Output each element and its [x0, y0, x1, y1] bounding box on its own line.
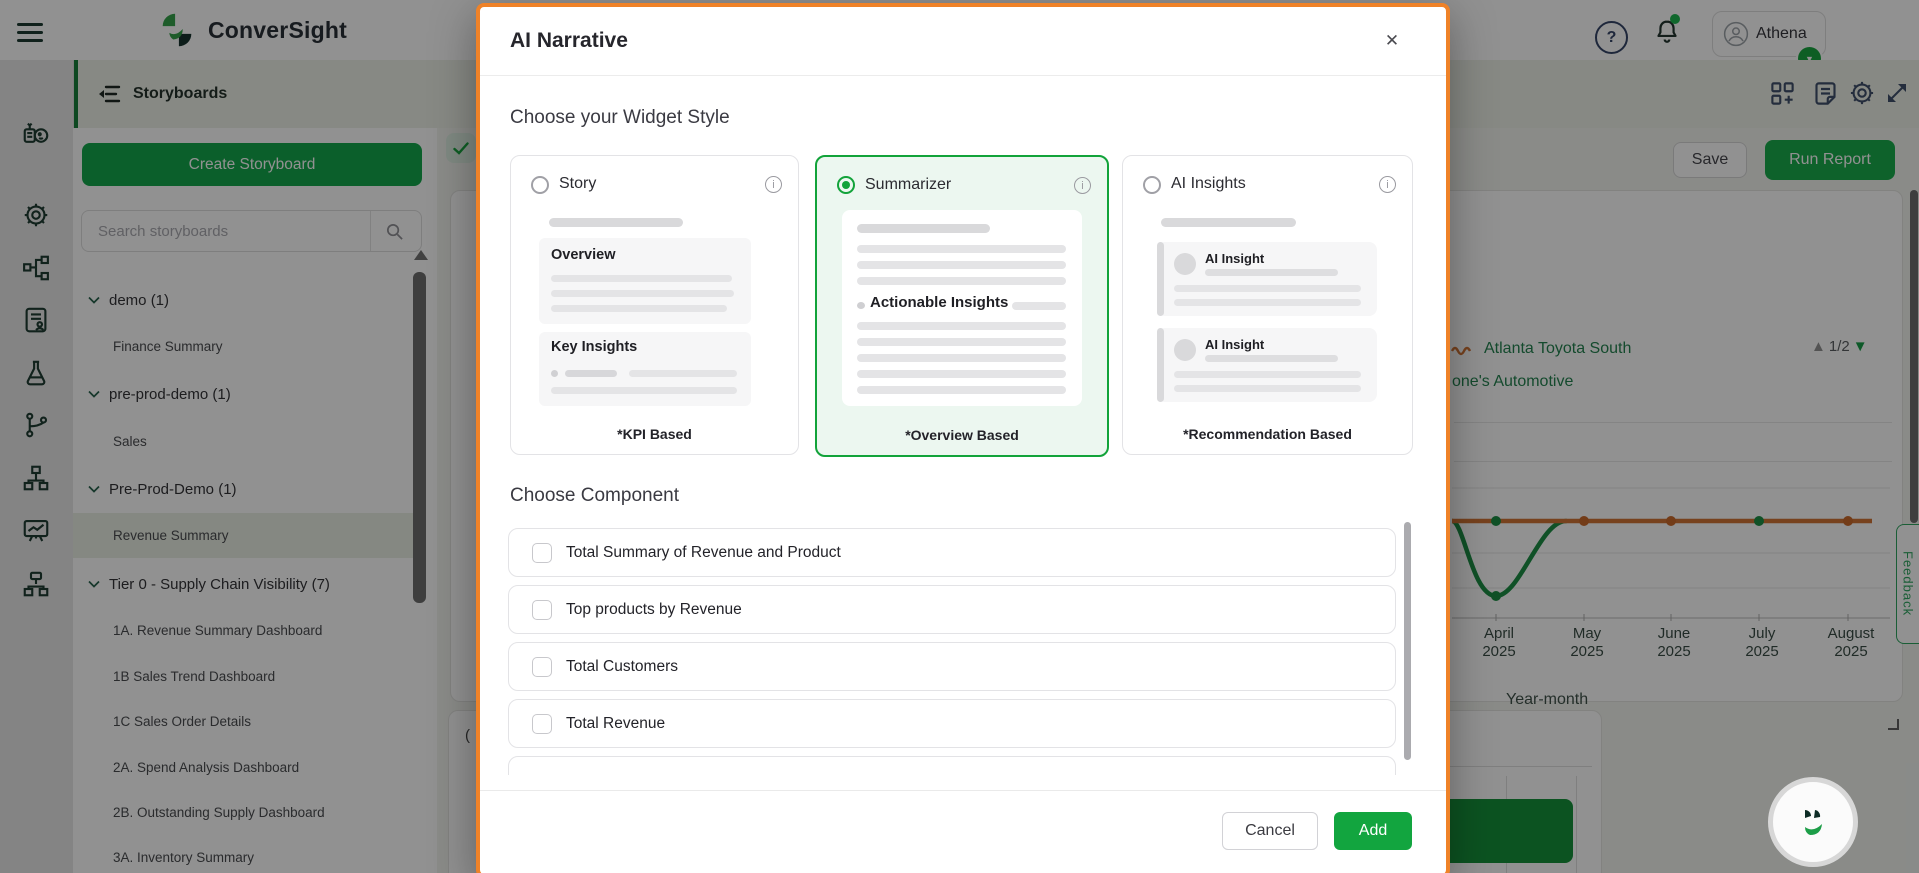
modal-header-divider [480, 75, 1446, 76]
story-label: Story [559, 175, 596, 193]
component-row[interactable]: Total Summary of Revenue and Product [508, 528, 1396, 577]
ai-insights-label: AI Insights [1171, 175, 1246, 193]
summarizer-label: Summarizer [865, 176, 951, 194]
assistant-chat-button[interactable] [1768, 777, 1858, 867]
insight-avatar [1174, 339, 1196, 361]
component-row[interactable]: Top products by Revenue [508, 585, 1396, 634]
summarizer-thumb: Actionable Insights [842, 210, 1082, 406]
summarizer-highlight: Actionable Insights [870, 294, 1008, 311]
ai-insight-block: AI Insight [1157, 242, 1377, 316]
ai-insights-caption: *Recommendation Based [1123, 426, 1412, 442]
story-info-icon[interactable]: i [765, 176, 782, 193]
story-section-key-insights: Key Insights [551, 339, 637, 355]
add-button[interactable]: Add [1334, 812, 1412, 850]
app-root: ConverSight ? Athena ▼ [0, 0, 1919, 873]
insight-avatar [1174, 253, 1196, 275]
ai-insight-block: AI Insight [1157, 328, 1377, 402]
component-list-scrollbar-thumb[interactable] [1404, 522, 1411, 760]
story-radio[interactable] [531, 176, 549, 194]
style-card-story[interactable]: Story i Overview Key Insights *KPI Based [510, 155, 799, 455]
component-row[interactable]: Total Customers [508, 642, 1396, 691]
style-card-ai-insights[interactable]: AI Insights i AI Insight AI Insight *Rec… [1122, 155, 1413, 455]
summarizer-radio[interactable] [837, 176, 855, 194]
component-heading: Choose Component [510, 485, 679, 507]
thumb-bar [549, 218, 683, 227]
component-checkbox[interactable] [532, 657, 552, 677]
cancel-button[interactable]: Cancel [1222, 812, 1318, 850]
widget-style-heading: Choose your Widget Style [510, 107, 730, 129]
story-thumb-overview: Overview [539, 238, 751, 324]
ai-narrative-modal: AI Narrative ✕ Choose your Widget Style … [476, 3, 1450, 873]
style-card-summarizer[interactable]: Summarizer i Actionable Insights *Overvi… [815, 155, 1109, 457]
summarizer-info-icon[interactable]: i [1074, 177, 1091, 194]
ai-insights-info-icon[interactable]: i [1379, 176, 1396, 193]
summarizer-caption: *Overview Based [817, 427, 1107, 443]
story-caption: *KPI Based [511, 426, 798, 442]
ai-insight-title: AI Insight [1205, 337, 1264, 352]
story-section-overview: Overview [551, 247, 616, 263]
story-thumb-key-insights: Key Insights [539, 332, 751, 406]
component-row[interactable]: Total Revenue [508, 699, 1396, 748]
component-list: Total Summary of Revenue and Product Top… [508, 528, 1396, 775]
conversight-mark-icon [1791, 800, 1835, 844]
modal-title: AI Narrative [510, 29, 628, 53]
component-checkbox[interactable] [532, 714, 552, 734]
ai-insights-radio[interactable] [1143, 176, 1161, 194]
close-icon[interactable]: ✕ [1378, 27, 1406, 55]
component-checkbox[interactable] [532, 543, 552, 563]
modal-footer-divider [480, 790, 1446, 791]
component-checkbox[interactable] [532, 600, 552, 620]
ai-insight-title: AI Insight [1205, 251, 1264, 266]
component-row-partial[interactable] [508, 756, 1396, 775]
